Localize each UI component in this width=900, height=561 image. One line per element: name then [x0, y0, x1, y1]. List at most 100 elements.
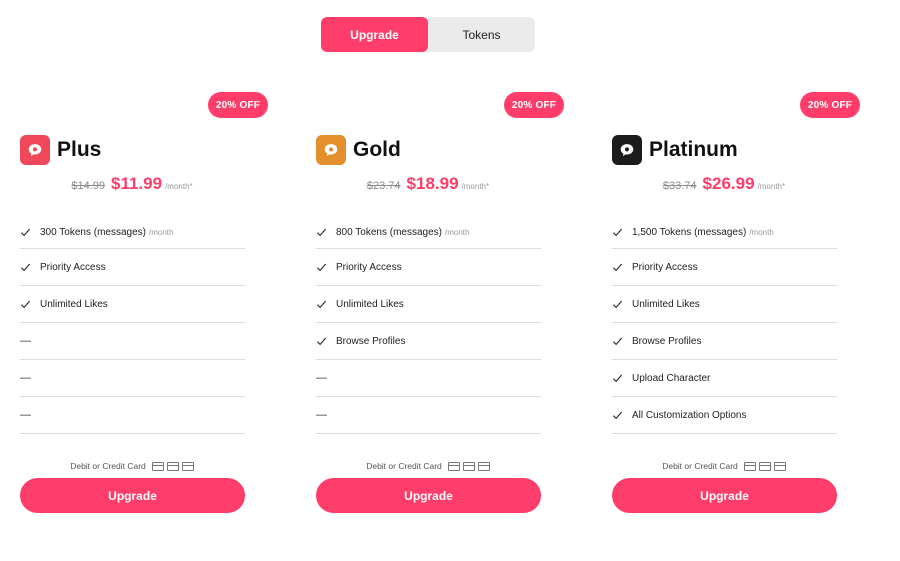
feature-text: Unlimited Likes	[336, 298, 404, 310]
discounted-price: $18.99	[406, 174, 459, 193]
feature-item: Priority Access	[612, 249, 837, 286]
feature-text: —	[20, 372, 31, 384]
plan-card-plus: 20% OFF Plus $14.99 $11.99 /month* 300 T…	[19, 92, 268, 522]
plan-name: Gold	[353, 138, 401, 161]
original-price: $33.74	[662, 180, 697, 192]
feature-item: Priority Access	[316, 249, 541, 286]
payment-methods: Debit or Credit Card	[19, 459, 245, 473]
feature-item: Browse Profiles	[316, 323, 541, 360]
plan-header: Platinum	[612, 135, 738, 165]
feature-list: 800 Tokens (messages) /month Priority Ac…	[316, 216, 541, 434]
plan-header: Gold	[316, 135, 401, 165]
discounted-price: $11.99	[111, 174, 163, 193]
credit-card-icon	[181, 461, 194, 471]
check-icon	[20, 297, 34, 311]
credit-card-icon	[477, 461, 490, 471]
check-icon	[316, 260, 330, 274]
feature-text: —	[316, 409, 327, 421]
price-row: $33.74 $26.99 /month*	[611, 174, 837, 196]
feature-text: Priority Access	[40, 261, 106, 273]
plan-name: Plus	[57, 138, 102, 161]
feature-item-empty: —	[316, 360, 541, 397]
check-icon	[316, 297, 330, 311]
chat-bubble-icon	[316, 135, 346, 165]
feature-item: All Customization Options	[612, 397, 837, 434]
feature-item: Priority Access	[20, 249, 245, 286]
plan-type-toggle: Upgrade Tokens	[321, 17, 535, 52]
payment-label: Debit or Credit Card	[662, 461, 738, 471]
payment-methods: Debit or Credit Card	[315, 459, 541, 473]
upgrade-button[interactable]: Upgrade	[20, 478, 245, 513]
price-row: $14.99 $11.99 /month*	[19, 174, 245, 196]
upgrade-button[interactable]: Upgrade	[612, 478, 837, 513]
feature-list: 1,500 Tokens (messages) /month Priority …	[612, 216, 837, 434]
check-icon	[20, 225, 34, 239]
feature-text: Browse Profiles	[632, 335, 702, 347]
feature-text: 1,500 Tokens (messages)	[632, 226, 747, 238]
feature-item-empty: —	[316, 397, 541, 434]
credit-card-icon	[151, 461, 164, 471]
discount-badge: 20% OFF	[800, 92, 860, 118]
price-row: $23.74 $18.99 /month*	[315, 174, 541, 196]
check-icon	[612, 408, 626, 422]
plan-card-gold: 20% OFF Gold $23.74 $18.99 /month* 800 T…	[315, 92, 564, 522]
credit-card-icon	[743, 461, 756, 471]
feature-item: 1,500 Tokens (messages) /month	[612, 216, 837, 249]
check-icon	[316, 225, 330, 239]
credit-card-icon	[773, 461, 786, 471]
feature-text: All Customization Options	[632, 409, 747, 421]
plan-card-platinum: 20% OFF Platinum $33.74 $26.99 /month* 1…	[611, 92, 860, 522]
feature-text: Unlimited Likes	[632, 298, 700, 310]
discount-badge: 20% OFF	[208, 92, 268, 118]
feature-text: Priority Access	[336, 261, 402, 273]
feature-item: Unlimited Likes	[612, 286, 837, 323]
feature-item: 300 Tokens (messages) /month	[20, 216, 245, 249]
tab-upgrade[interactable]: Upgrade	[321, 17, 428, 52]
price-period: /month*	[757, 182, 786, 191]
feature-item: 800 Tokens (messages) /month	[316, 216, 541, 249]
feature-sub: /month	[749, 227, 774, 237]
credit-card-icon	[447, 461, 460, 471]
feature-text: —	[20, 335, 31, 347]
check-icon	[612, 225, 626, 239]
feature-text: 800 Tokens (messages)	[336, 226, 442, 238]
payment-methods: Debit or Credit Card	[611, 459, 837, 473]
feature-item: Unlimited Likes	[316, 286, 541, 323]
check-icon	[612, 334, 626, 348]
feature-item-empty: —	[20, 323, 245, 360]
feature-item: Unlimited Likes	[20, 286, 245, 323]
feature-text: Upload Character	[632, 372, 711, 384]
discounted-price: $26.99	[702, 174, 755, 193]
price-period: /month*	[461, 182, 490, 191]
feature-item-empty: —	[20, 397, 245, 434]
chat-bubble-icon	[612, 135, 642, 165]
chat-bubble-icon	[20, 135, 50, 165]
original-price: $23.74	[366, 180, 401, 192]
feature-item: Upload Character	[612, 360, 837, 397]
feature-item: Browse Profiles	[612, 323, 837, 360]
feature-sub: /month	[444, 227, 470, 237]
feature-item-empty: —	[20, 360, 245, 397]
discount-badge: 20% OFF	[504, 92, 564, 118]
feature-text: Unlimited Likes	[40, 298, 108, 310]
tab-tokens[interactable]: Tokens	[428, 17, 535, 52]
payment-label: Debit or Credit Card	[366, 461, 442, 471]
feature-text: Browse Profiles	[336, 335, 406, 347]
feature-text: —	[20, 409, 31, 421]
plan-name: Platinum	[649, 138, 738, 161]
feature-text: Priority Access	[632, 261, 698, 273]
credit-card-icon	[758, 461, 771, 471]
price-period: /month*	[165, 182, 193, 191]
feature-text: 300 Tokens (messages)	[40, 226, 146, 238]
check-icon	[20, 260, 34, 274]
original-price: $14.99	[71, 180, 105, 192]
check-icon	[612, 371, 626, 385]
upgrade-button[interactable]: Upgrade	[316, 478, 541, 513]
feature-list: 300 Tokens (messages) /month Priority Ac…	[20, 216, 245, 434]
credit-card-icon	[166, 461, 179, 471]
plan-header: Plus	[20, 135, 101, 165]
check-icon	[612, 297, 626, 311]
feature-text: —	[316, 372, 327, 384]
feature-sub: /month	[148, 227, 174, 237]
check-icon	[612, 260, 626, 274]
